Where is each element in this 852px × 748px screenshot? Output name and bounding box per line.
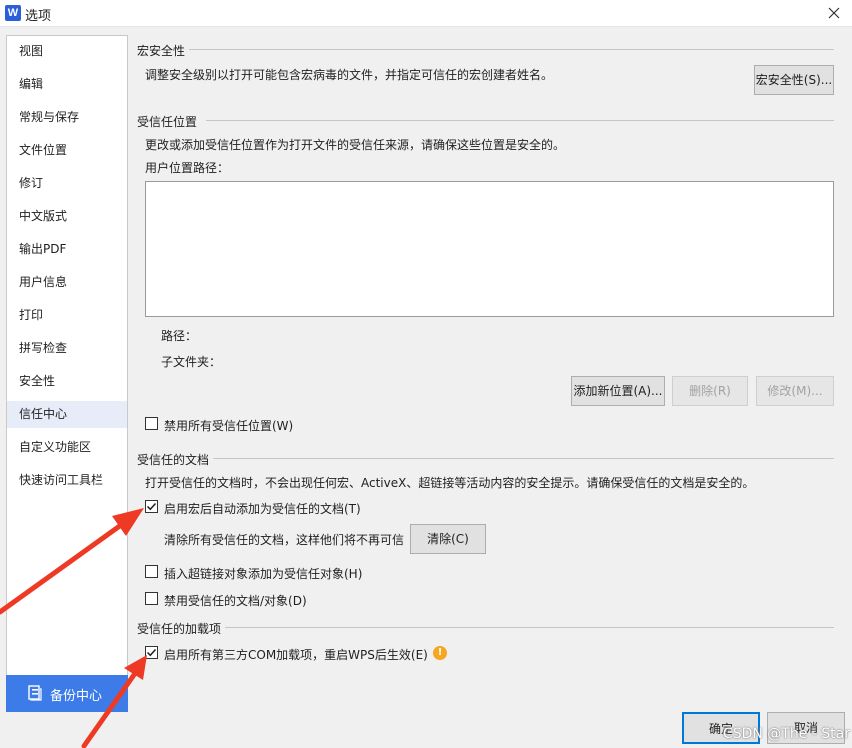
macro-description: 调整安全级别以打开可能包含宏病毒的文件，并指定可信任的宏创建者姓名。	[145, 68, 554, 82]
clear-trusted-button[interactable]: 清除(C)	[410, 524, 486, 554]
backup-center-button[interactable]: 备份中心	[6, 675, 128, 712]
hyperlink-trusted-checkbox[interactable]	[145, 565, 158, 578]
section-divider	[218, 627, 834, 628]
check-icon	[146, 502, 157, 511]
check-icon	[146, 648, 157, 657]
sidebar-item-chinese-layout[interactable]: 中文版式	[7, 203, 127, 230]
hyperlink-trusted-label: 插入超链接对象添加为受信任对象(H)	[164, 567, 363, 581]
watermark: CSDN @The - Star	[722, 726, 850, 742]
trusted-location-list[interactable]	[145, 181, 834, 317]
wps-writer-icon: W	[5, 5, 21, 21]
window-title: 选项	[25, 9, 52, 24]
disable-trusted-docs-checkbox[interactable]	[145, 592, 158, 605]
auto-add-trusted-label: 启用宏后自动添加为受信任的文档(T)	[164, 502, 361, 516]
section-divider	[206, 458, 834, 459]
locations-section-title: 受信任位置	[137, 113, 202, 130]
macro-security-button[interactable]: 宏安全性(S)...	[754, 65, 834, 95]
clear-trusted-text: 清除所有受信任的文档，这样他们将不再可信	[164, 533, 405, 547]
backup-center-label: 备份中心	[50, 689, 103, 704]
locations-description: 更改或添加受信任位置作为打开文件的受信任来源，请确保这些位置是安全的。	[145, 138, 566, 152]
addins-section-title: 受信任的加载项	[137, 620, 226, 637]
close-button[interactable]	[822, 2, 846, 24]
sidebar-item-view[interactable]: 视图	[7, 38, 127, 65]
section-divider	[206, 120, 834, 121]
close-icon	[828, 7, 840, 19]
disable-trusted-locations-checkbox[interactable]	[145, 417, 158, 430]
section-divider	[188, 49, 834, 50]
modify-location-button[interactable]: 修改(M)...	[756, 376, 834, 406]
auto-add-trusted-checkbox[interactable]	[145, 500, 158, 513]
disable-trusted-docs-label: 禁用受信任的文档/对象(D)	[164, 594, 307, 608]
backup-icon	[28, 685, 42, 701]
macro-section-title: 宏安全性	[137, 42, 190, 59]
sidebar-item-edit[interactable]: 编辑	[7, 71, 127, 98]
sidebar-item-user-info[interactable]: 用户信息	[7, 269, 127, 296]
sidebar-item-spell-check[interactable]: 拼写检查	[7, 335, 127, 362]
sidebar-item-trust-center[interactable]: 信任中心	[7, 401, 127, 428]
warning-icon: !	[433, 646, 447, 660]
title-bar: W 选项	[0, 0, 852, 27]
sidebar-item-export-pdf[interactable]: 输出PDF	[7, 236, 127, 263]
sidebar-item-customize-ribbon[interactable]: 自定义功能区	[7, 434, 127, 461]
documents-description: 打开受信任的文档时，不会出现任何宏、ActiveX、超链接等活动内容的安全提示。…	[145, 476, 755, 490]
sidebar-item-print[interactable]: 打印	[7, 302, 127, 329]
documents-section-title: 受信任的文档	[137, 451, 214, 468]
subfolder-label: 子文件夹：	[161, 355, 222, 369]
add-location-button[interactable]: 添加新位置(A)...	[571, 376, 665, 406]
enable-com-addins-label: 启用所有第三方COM加载项，重启WPS后生效(E)	[164, 648, 428, 662]
path-label: 路径：	[161, 329, 198, 343]
sidebar-item-revision[interactable]: 修订	[7, 170, 127, 197]
user-location-list-label: 用户位置路径：	[145, 161, 230, 175]
enable-com-addins-checkbox[interactable]	[145, 646, 158, 659]
options-sidebar: 视图 编辑 常规与保存 文件位置 修订 中文版式 输出PDF 用户信息 打印 拼…	[6, 35, 128, 705]
sidebar-item-general-save[interactable]: 常规与保存	[7, 104, 127, 131]
trust-center-panel: 宏安全性 调整安全级别以打开可能包含宏病毒的文件，并指定可信任的宏创建者姓名。 …	[128, 35, 846, 705]
sidebar-item-quick-access-toolbar[interactable]: 快速访问工具栏	[7, 467, 127, 494]
disable-trusted-locations-label: 禁用所有受信任位置(W)	[164, 419, 294, 433]
sidebar-item-file-location[interactable]: 文件位置	[7, 137, 127, 164]
sidebar-item-security[interactable]: 安全性	[7, 368, 127, 395]
delete-location-button[interactable]: 删除(R)	[672, 376, 748, 406]
